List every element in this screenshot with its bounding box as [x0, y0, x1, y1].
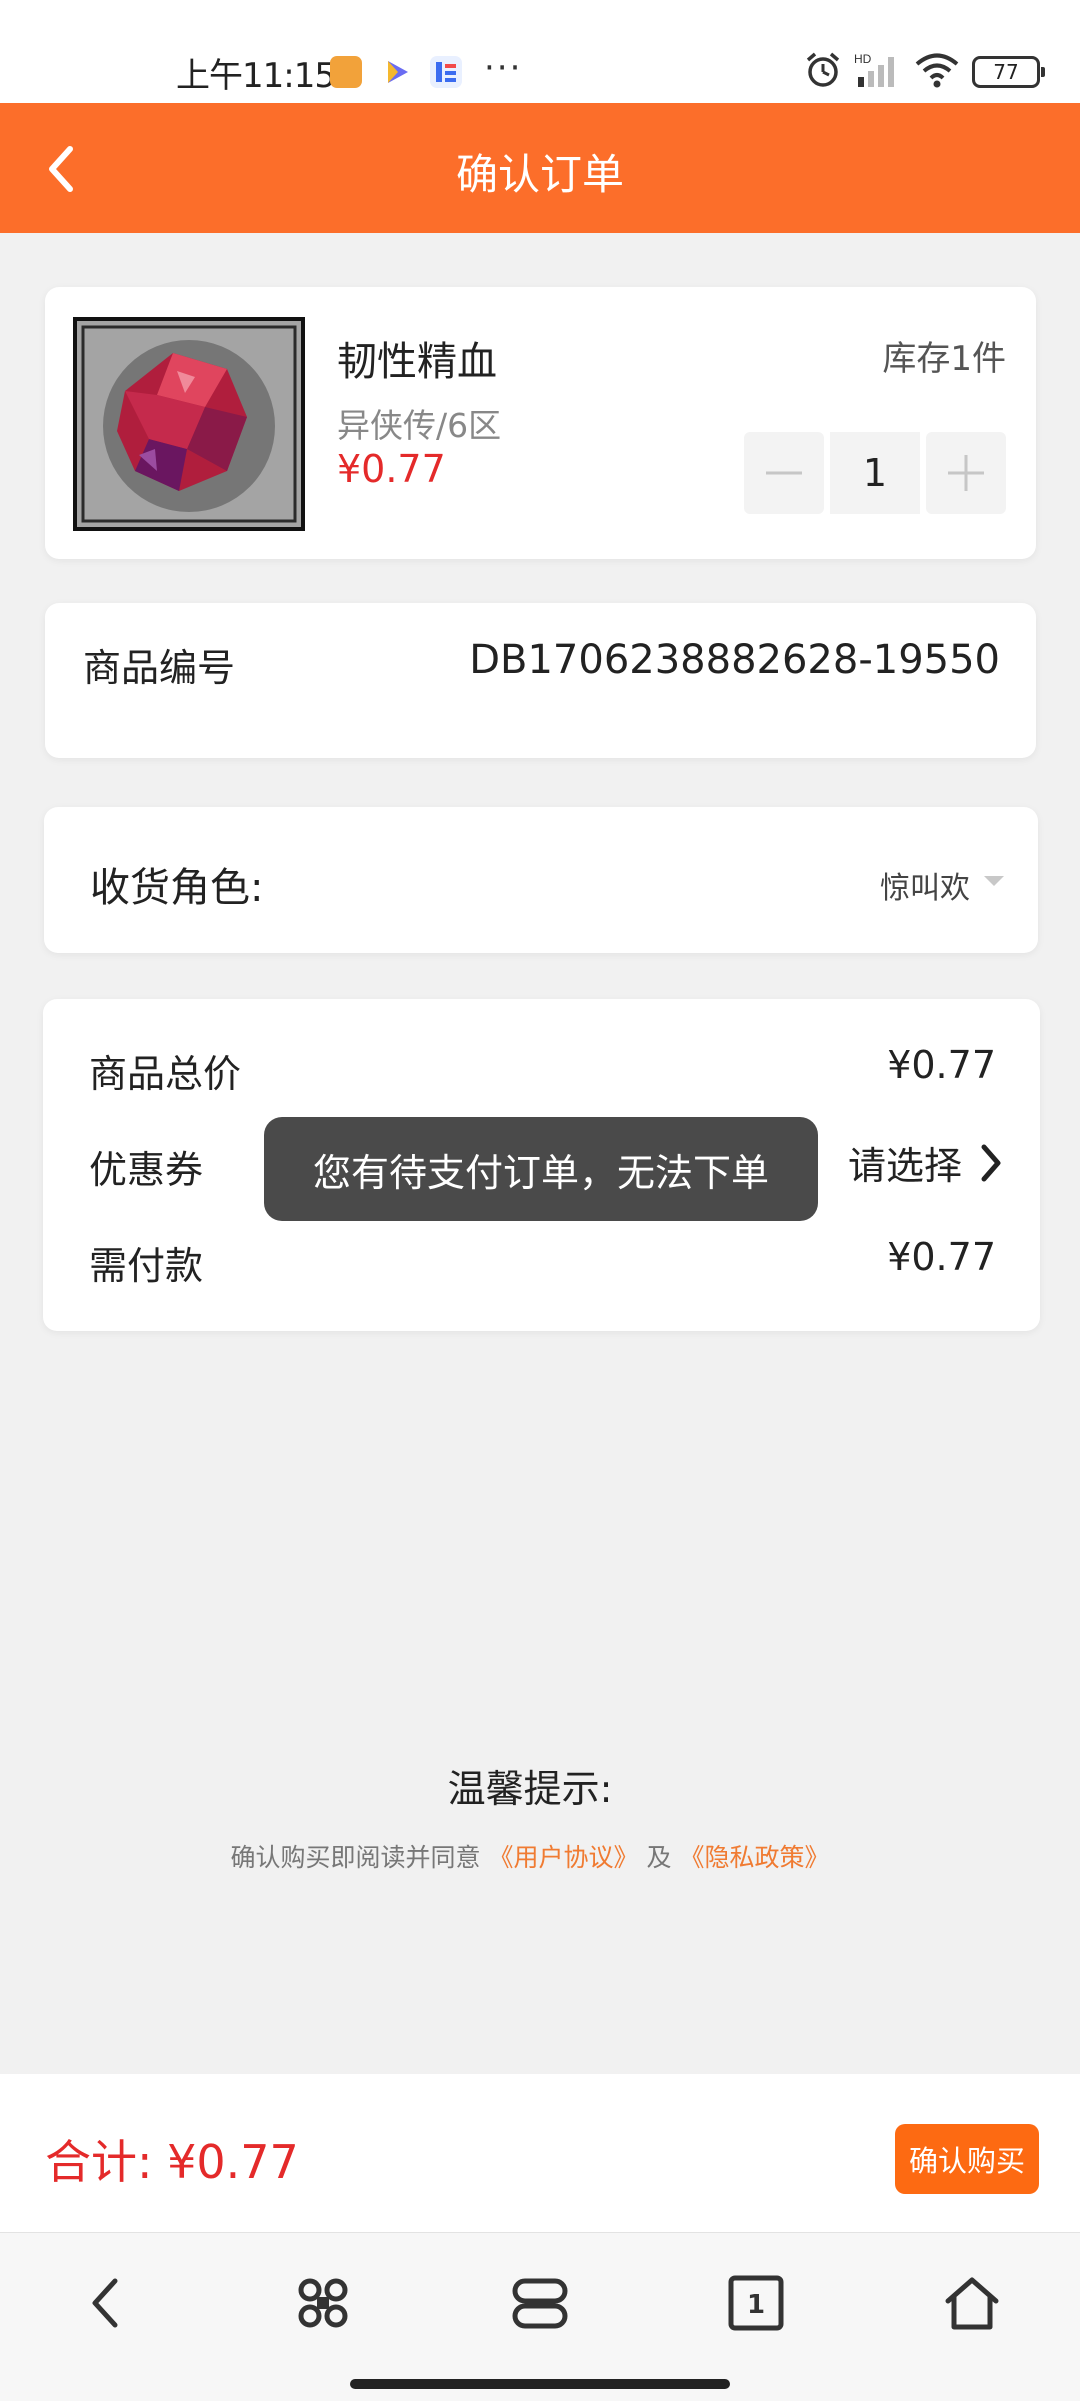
- home-indicator[interactable]: [350, 2379, 730, 2389]
- battery-icon: 77: [972, 56, 1045, 88]
- signal-icon: HD: [854, 51, 902, 93]
- reading-app-icon: [430, 56, 462, 88]
- pay-amount-value: ¥0.77: [887, 1235, 996, 1279]
- status-time: 上午11:15: [176, 56, 336, 96]
- checkout-bar: 合计: ¥0.77 确认购买: [0, 2074, 1080, 2232]
- back-icon: [92, 2278, 118, 2328]
- product-card: 韧性精血 异侠传/6区 ¥0.77 库存1件 1: [45, 287, 1036, 559]
- product-name: 韧性精血: [337, 339, 497, 385]
- user-agreement-link[interactable]: 《用户协议》: [489, 1843, 639, 1872]
- product-image: [73, 317, 305, 531]
- decrease-button[interactable]: [744, 432, 824, 514]
- coupon-label: 优惠券: [89, 1148, 204, 1192]
- nav-tabs-button[interactable]: 1: [716, 2263, 796, 2343]
- command-icon: [298, 2278, 348, 2328]
- nav-back-button[interactable]: [66, 2263, 146, 2343]
- tips-prefix: 确认购买即阅读并同意: [230, 1843, 481, 1872]
- toast-message: 您有待支付订单，无法下单: [264, 1117, 818, 1221]
- role-card[interactable]: 收货角色: 惊叫欢: [44, 807, 1038, 953]
- order-code-label: 商品编号: [83, 646, 236, 690]
- order-code-card: 商品编号 DB1706238882628-19550: [45, 603, 1036, 758]
- order-total: 合计: ¥0.77: [45, 2135, 299, 2189]
- coupon-select[interactable]: 请选择: [848, 1135, 1004, 1190]
- recents-icon: [512, 2278, 568, 2329]
- alarm-icon: [804, 51, 842, 93]
- status-bar: 上午11:15 ··· HD 77: [0, 0, 1080, 103]
- video-app-icon: [380, 56, 412, 88]
- svg-text:HD: HD: [854, 52, 872, 66]
- pay-amount-label: 需付款: [89, 1244, 204, 1288]
- quantity-value[interactable]: 1: [830, 432, 920, 514]
- chevron-right-icon: [981, 1144, 1001, 1181]
- confirm-purchase-button[interactable]: 确认购买: [895, 2124, 1039, 2194]
- plus-icon: [948, 455, 984, 491]
- caret-down-icon[interactable]: [984, 876, 1004, 886]
- more-notifications-icon: ···: [484, 48, 523, 88]
- nav-command-button[interactable]: [283, 2263, 363, 2343]
- tips-title: 温馨提示:: [447, 1767, 613, 1811]
- total-price-value: ¥0.77: [887, 1043, 996, 1087]
- system-nav-bar: 1: [0, 2232, 1080, 2401]
- product-stock: 库存1件: [882, 339, 1006, 379]
- privacy-policy-link[interactable]: 《隐私政策》: [679, 1843, 829, 1872]
- tips-and: 及: [646, 1843, 672, 1872]
- wifi-icon: [914, 51, 960, 93]
- page-title: 确认订单: [455, 150, 624, 199]
- nav-home-button[interactable]: [932, 2263, 1012, 2343]
- minus-icon: [766, 471, 802, 475]
- nav-recents-button[interactable]: [500, 2263, 580, 2343]
- app-notification-icon: [330, 56, 362, 88]
- quantity-stepper: 1: [744, 432, 1006, 514]
- tips-text: 确认购买即阅读并同意 《用户协议》 及 《隐私政策》: [0, 1838, 1060, 1874]
- total-price-label: 商品总价: [89, 1052, 242, 1096]
- role-select-value[interactable]: 惊叫欢: [880, 863, 970, 907]
- tab-count-icon: 1: [728, 2275, 784, 2331]
- tab-count-text: 1: [747, 2290, 765, 2320]
- order-code-value: DB1706238882628-19550: [469, 637, 1000, 683]
- product-server: 异侠传/6区: [337, 406, 502, 445]
- home-icon: [945, 2277, 999, 2330]
- product-price: ¥0.77: [337, 447, 446, 491]
- role-label: 收货角色:: [90, 865, 264, 911]
- increase-button[interactable]: [926, 432, 1006, 514]
- page-header: 确认订单: [0, 103, 1080, 233]
- coupon-value[interactable]: 请选择: [848, 1135, 962, 1190]
